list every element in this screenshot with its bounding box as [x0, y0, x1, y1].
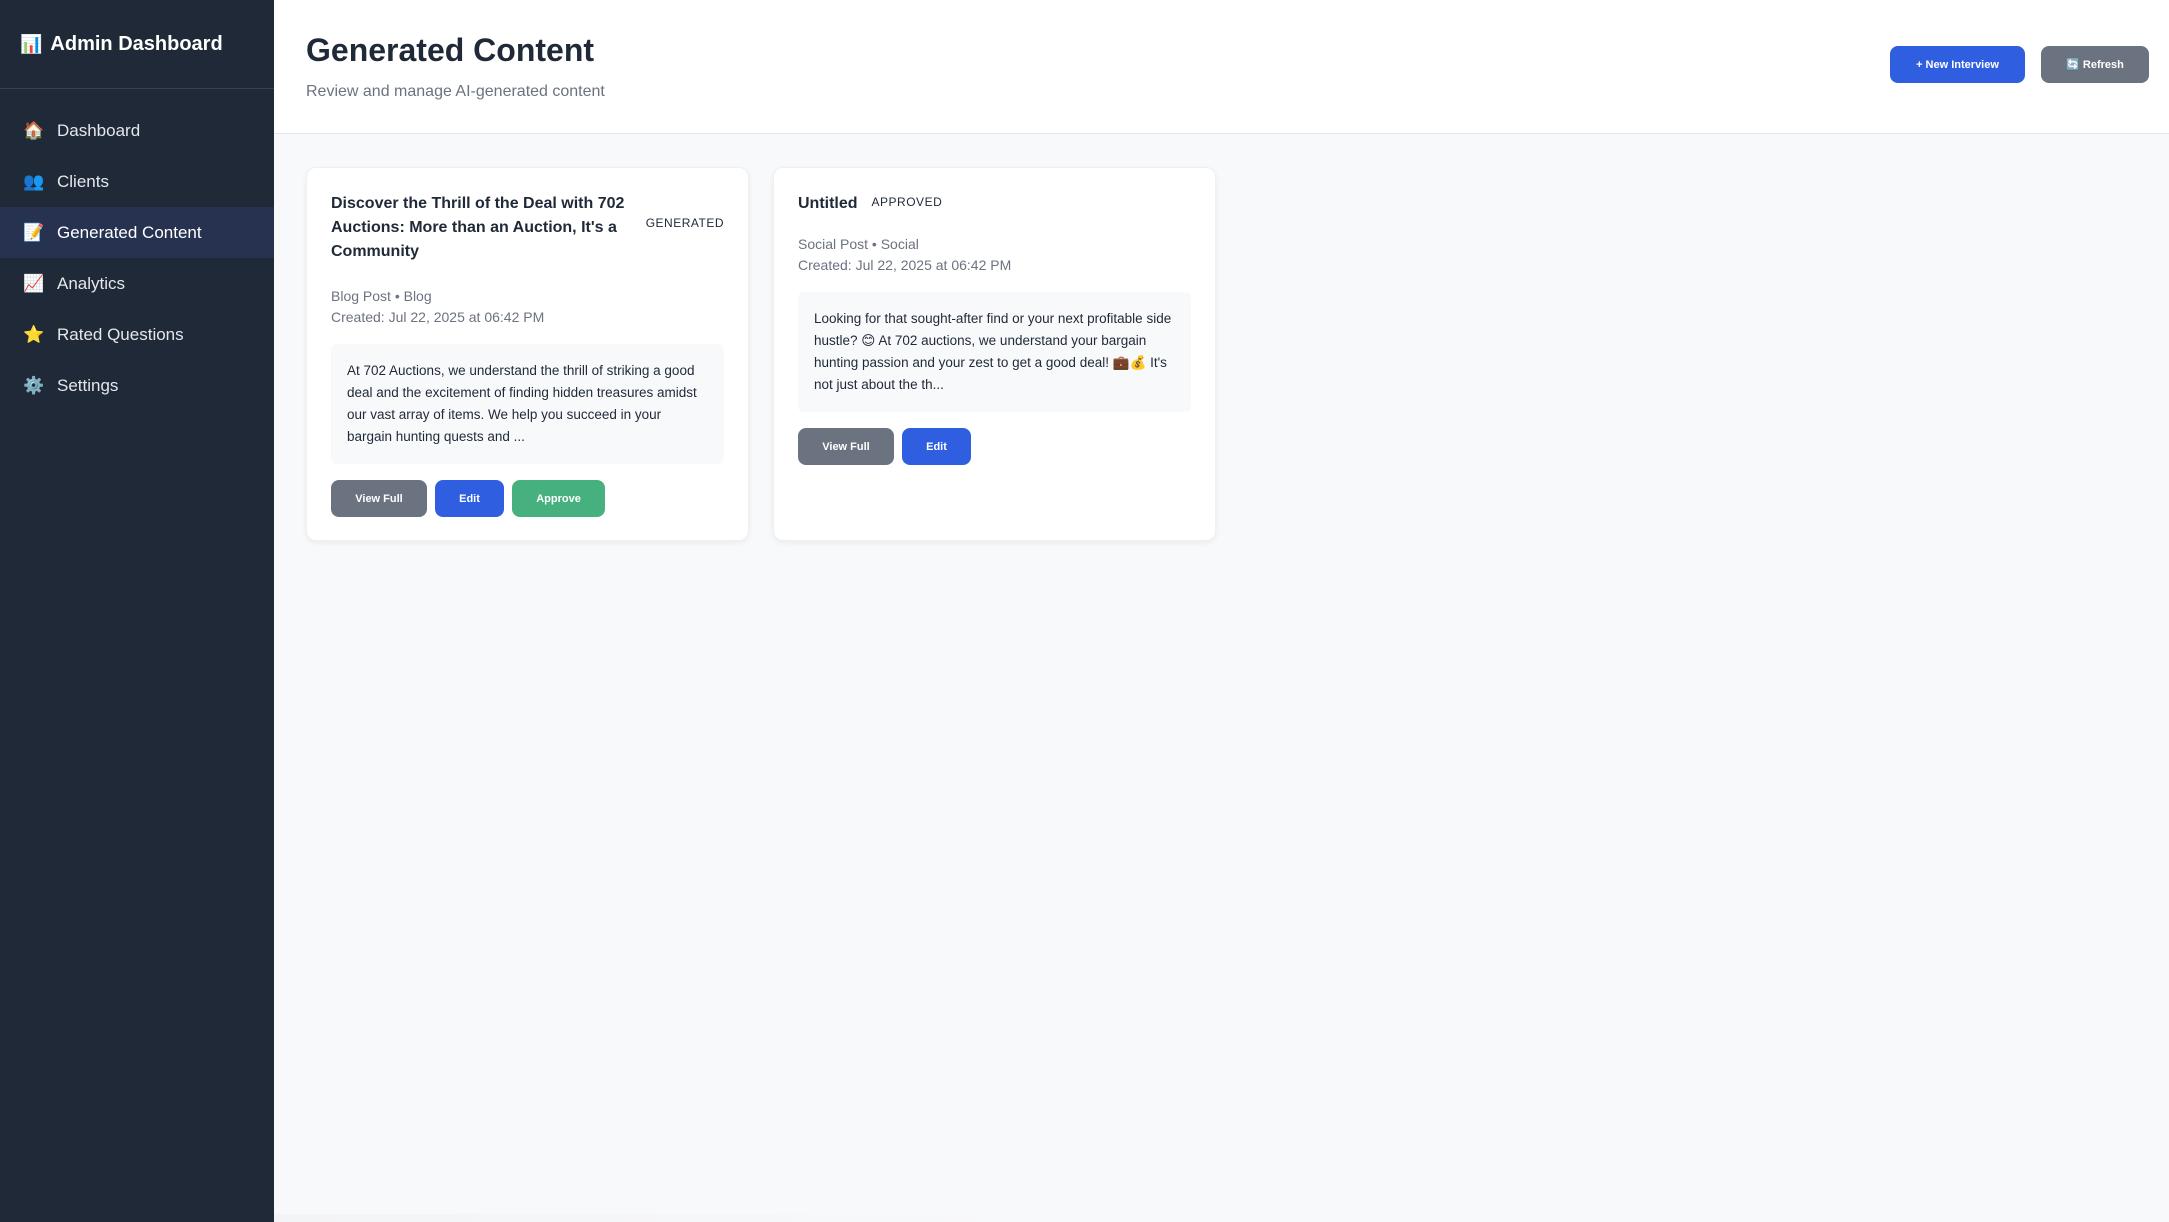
- edit-button[interactable]: Edit: [435, 480, 504, 517]
- home-icon: 🏠: [23, 120, 45, 140]
- edit-button[interactable]: Edit: [902, 428, 971, 465]
- sidebar-item-label: Clients: [57, 171, 109, 191]
- sidebar-item-label: Settings: [57, 375, 119, 395]
- sidebar-item-clients[interactable]: 👥 Clients: [0, 156, 274, 207]
- page-subtitle: Review and manage AI-generated content: [306, 83, 605, 100]
- sidebar-item-dashboard[interactable]: 🏠 Dashboard: [0, 105, 274, 156]
- sidebar-item-label: Dashboard: [57, 120, 141, 140]
- bar-chart-icon: 📊: [20, 33, 43, 54]
- sidebar-item-analytics[interactable]: 📈 Analytics: [0, 258, 274, 309]
- bottom-shadow: [274, 1214, 1054, 1222]
- card-meta: Blog Post • Blog Created: Jul 22, 2025 a…: [331, 286, 724, 328]
- sidebar: 📊 Admin Dashboard 🏠 Dashboard 👥 Clients …: [0, 0, 274, 1222]
- sidebar-item-label: Analytics: [57, 273, 126, 293]
- trend-chart-icon: 📈: [23, 273, 45, 293]
- content-card: Discover the Thrill of the Deal with 702…: [306, 167, 749, 541]
- memo-icon: 📝: [23, 222, 45, 242]
- card-title: Untitled: [798, 195, 858, 212]
- users-icon: 👥: [23, 171, 45, 191]
- card-meta: Social Post • Social Created: Jul 22, 20…: [798, 234, 1191, 276]
- brand: 📊 Admin Dashboard: [0, 0, 274, 89]
- new-interview-button[interactable]: + New Interview: [1890, 46, 2025, 83]
- header-actions: + New Interview 🔄 Refresh: [1890, 46, 2149, 83]
- content-excerpt: Looking for that sought-after find or yo…: [798, 292, 1191, 412]
- card-actions: View Full Edit Approve: [331, 480, 724, 517]
- content-card: Untitled APPROVED Social Post • Social C…: [773, 167, 1216, 541]
- sidebar-nav: 🏠 Dashboard 👥 Clients 📝 Generated Conten…: [0, 89, 274, 411]
- status-badge: APPROVED: [871, 195, 943, 209]
- status-badge: GENERATED: [645, 216, 724, 230]
- refresh-button[interactable]: 🔄 Refresh: [2041, 46, 2149, 83]
- sidebar-item-label: Generated Content: [57, 222, 202, 242]
- page-header: Generated Content Review and manage AI-g…: [274, 0, 2169, 134]
- sidebar-item-generated-content[interactable]: 📝 Generated Content: [0, 207, 274, 258]
- card-header: Discover the Thrill of the Deal with 702…: [331, 192, 724, 264]
- main-content: Generated Content Review and manage AI-g…: [274, 0, 2169, 1222]
- star-icon: ⭐: [23, 324, 45, 344]
- sidebar-item-settings[interactable]: ⚙️ Settings: [0, 360, 274, 411]
- created-date: Created: Jul 22, 2025 at 06:42 PM: [331, 309, 545, 325]
- view-full-button[interactable]: View Full: [331, 480, 427, 517]
- card-header: Untitled APPROVED: [798, 192, 1191, 216]
- card-title: Discover the Thrill of the Deal with 702…: [331, 195, 625, 260]
- sidebar-item-rated-questions[interactable]: ⭐ Rated Questions: [0, 309, 274, 360]
- approve-button[interactable]: Approve: [512, 480, 605, 517]
- content-type: Social Post • Social: [798, 236, 919, 252]
- content-grid: Discover the Thrill of the Deal with 702…: [306, 167, 1216, 541]
- content-excerpt: At 702 Auctions, we understand the thril…: [331, 344, 724, 464]
- created-date: Created: Jul 22, 2025 at 06:42 PM: [798, 257, 1012, 273]
- sidebar-item-label: Rated Questions: [57, 324, 184, 344]
- view-full-button[interactable]: View Full: [798, 428, 894, 465]
- content-type: Blog Post • Blog: [331, 288, 432, 304]
- card-actions: View Full Edit: [798, 428, 1191, 465]
- gear-icon: ⚙️: [23, 375, 45, 395]
- brand-title: Admin Dashboard: [50, 32, 223, 55]
